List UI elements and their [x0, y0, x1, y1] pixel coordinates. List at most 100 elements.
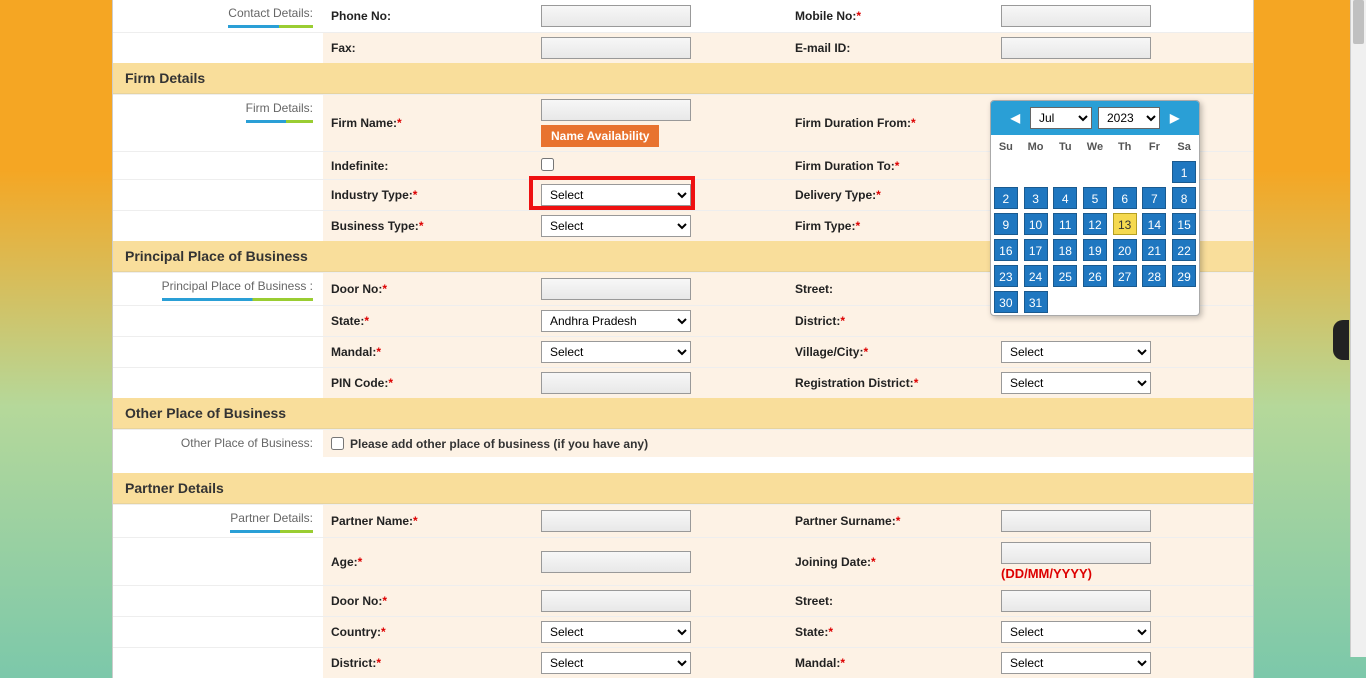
- partner-state-select[interactable]: Select: [1001, 621, 1151, 643]
- opb-checkbox-label: Please add other place of business (if y…: [350, 437, 648, 451]
- partner-header: Partner Details: [113, 473, 1253, 504]
- datepicker-day[interactable]: 29: [1172, 265, 1196, 287]
- firm-duration-from-label: Firm Duration From:: [795, 116, 911, 130]
- ppb-door-label: Door No:: [331, 282, 382, 296]
- datepicker-dow: Su: [991, 135, 1021, 159]
- datepicker-dow: Th: [1110, 135, 1140, 159]
- datepicker-day[interactable]: 23: [994, 265, 1018, 287]
- partner-country-label: Country:: [331, 625, 381, 639]
- datepicker-day[interactable]: 25: [1053, 265, 1077, 287]
- partner-name-label: Partner Name:: [331, 514, 413, 528]
- datepicker-day[interactable]: 8: [1172, 187, 1196, 209]
- mobile-no-label: Mobile No:: [795, 9, 856, 23]
- datepicker-day[interactable]: 22: [1172, 239, 1196, 261]
- datepicker-day[interactable]: 28: [1142, 265, 1166, 287]
- datepicker-day[interactable]: 6: [1113, 187, 1137, 209]
- ppb-door-input[interactable]: [541, 278, 691, 300]
- partner-district-select[interactable]: Select: [541, 652, 691, 674]
- partner-surname-input[interactable]: [1001, 510, 1151, 532]
- datepicker-next-button[interactable]: ▶: [1166, 111, 1183, 125]
- scrollbar-thumb[interactable]: [1353, 0, 1364, 44]
- datepicker-day[interactable]: 18: [1053, 239, 1077, 261]
- datepicker-day[interactable]: 15: [1172, 213, 1196, 235]
- fax-label: Fax:: [331, 41, 356, 55]
- delivery-type-label: Delivery Type:: [795, 188, 876, 202]
- datepicker-dow: Tu: [1050, 135, 1080, 159]
- ppb-state-select[interactable]: Andhra Pradesh: [541, 310, 691, 332]
- industry-type-select[interactable]: Select: [541, 184, 691, 206]
- ppb-pin-input[interactable]: [541, 372, 691, 394]
- ppb-regdist-label: Registration District:: [795, 376, 914, 390]
- datepicker-day[interactable]: 21: [1142, 239, 1166, 261]
- name-availability-button[interactable]: Name Availability: [541, 125, 659, 147]
- datepicker-day[interactable]: 27: [1113, 265, 1137, 287]
- datepicker-day[interactable]: 11: [1053, 213, 1077, 235]
- mobile-no-input[interactable]: [1001, 5, 1151, 27]
- scrollbar[interactable]: [1350, 0, 1366, 657]
- datepicker-day[interactable]: 13: [1113, 213, 1137, 235]
- partner-age-label: Age:: [331, 555, 358, 569]
- datepicker-dow: Fr: [1140, 135, 1170, 159]
- datepicker-day[interactable]: 3: [1024, 187, 1048, 209]
- ppb-pin-label: PIN Code:: [331, 376, 388, 390]
- business-type-select[interactable]: Select: [541, 215, 691, 237]
- partner-name-input[interactable]: [541, 510, 691, 532]
- date-format-note: (DD/MM/YYYY): [1001, 566, 1235, 581]
- email-input[interactable]: [1001, 37, 1151, 59]
- datepicker-grid: SuMoTuWeThFrSa 1234567891011121314151617…: [991, 135, 1199, 315]
- side-tab[interactable]: [1333, 320, 1349, 360]
- firm-duration-to-label: Firm Duration To:: [795, 159, 895, 173]
- datepicker-day[interactable]: 20: [1113, 239, 1137, 261]
- ppb-village-select[interactable]: Select: [1001, 341, 1151, 363]
- datepicker-day[interactable]: 10: [1024, 213, 1048, 235]
- partner-mandal-select[interactable]: Select: [1001, 652, 1151, 674]
- ppb-regdist-select[interactable]: Select: [1001, 372, 1151, 394]
- ppb-state-label: State:: [331, 314, 364, 328]
- datepicker-year-select[interactable]: 2023: [1098, 107, 1160, 129]
- datepicker-day[interactable]: 17: [1024, 239, 1048, 261]
- phone-no-input[interactable]: [541, 5, 691, 27]
- contact-details-title: Contact Details:: [228, 6, 313, 20]
- datepicker-dow: Mo: [1021, 135, 1051, 159]
- datepicker-day[interactable]: 7: [1142, 187, 1166, 209]
- datepicker-month-select[interactable]: Jul: [1030, 107, 1092, 129]
- opb-title: Other Place of Business:: [181, 436, 313, 450]
- partner-state-label: State:: [795, 625, 828, 639]
- datepicker-day[interactable]: 16: [994, 239, 1018, 261]
- datepicker-day[interactable]: 26: [1083, 265, 1107, 287]
- partner-joining-input[interactable]: [1001, 542, 1151, 564]
- industry-type-label: Industry Type:: [331, 188, 413, 202]
- partner-street-input[interactable]: [1001, 590, 1151, 612]
- datepicker-day[interactable]: 5: [1083, 187, 1107, 209]
- partner-country-select[interactable]: Select: [541, 621, 691, 643]
- datepicker-day[interactable]: 19: [1083, 239, 1107, 261]
- datepicker-day[interactable]: 9: [994, 213, 1018, 235]
- opb-checkbox[interactable]: [331, 437, 344, 450]
- email-label: E-mail ID:: [795, 41, 850, 55]
- ppb-district-label: District:: [795, 314, 840, 328]
- datepicker-day[interactable]: 1: [1172, 161, 1196, 183]
- firm-name-input[interactable]: [541, 99, 691, 121]
- datepicker-day[interactable]: 2: [994, 187, 1018, 209]
- datepicker-day[interactable]: 4: [1053, 187, 1077, 209]
- partner-door-input[interactable]: [541, 590, 691, 612]
- datepicker-popup[interactable]: ◀ Jul 2023 ▶ SuMoTuWeThFrSa 123456789101…: [990, 100, 1200, 316]
- datepicker-day[interactable]: 31: [1024, 291, 1048, 313]
- datepicker-day[interactable]: 12: [1083, 213, 1107, 235]
- ppb-mandal-select[interactable]: Select: [541, 341, 691, 363]
- partner-title: Partner Details:: [230, 511, 313, 525]
- partner-joining-label: Joining Date:: [795, 555, 871, 569]
- partner-door-label: Door No:: [331, 594, 382, 608]
- partner-street-label: Street:: [795, 594, 833, 608]
- partner-mandal-label: Mandal:: [795, 656, 840, 670]
- partner-district-label: District:: [331, 656, 376, 670]
- indefinite-label: Indefinite:: [331, 159, 388, 173]
- firm-name-label: Firm Name:: [331, 116, 397, 130]
- fax-input[interactable]: [541, 37, 691, 59]
- datepicker-day[interactable]: 14: [1142, 213, 1166, 235]
- datepicker-day[interactable]: 30: [994, 291, 1018, 313]
- indefinite-checkbox[interactable]: [541, 158, 554, 171]
- partner-age-input[interactable]: [541, 551, 691, 573]
- datepicker-day[interactable]: 24: [1024, 265, 1048, 287]
- datepicker-prev-button[interactable]: ◀: [1007, 111, 1024, 125]
